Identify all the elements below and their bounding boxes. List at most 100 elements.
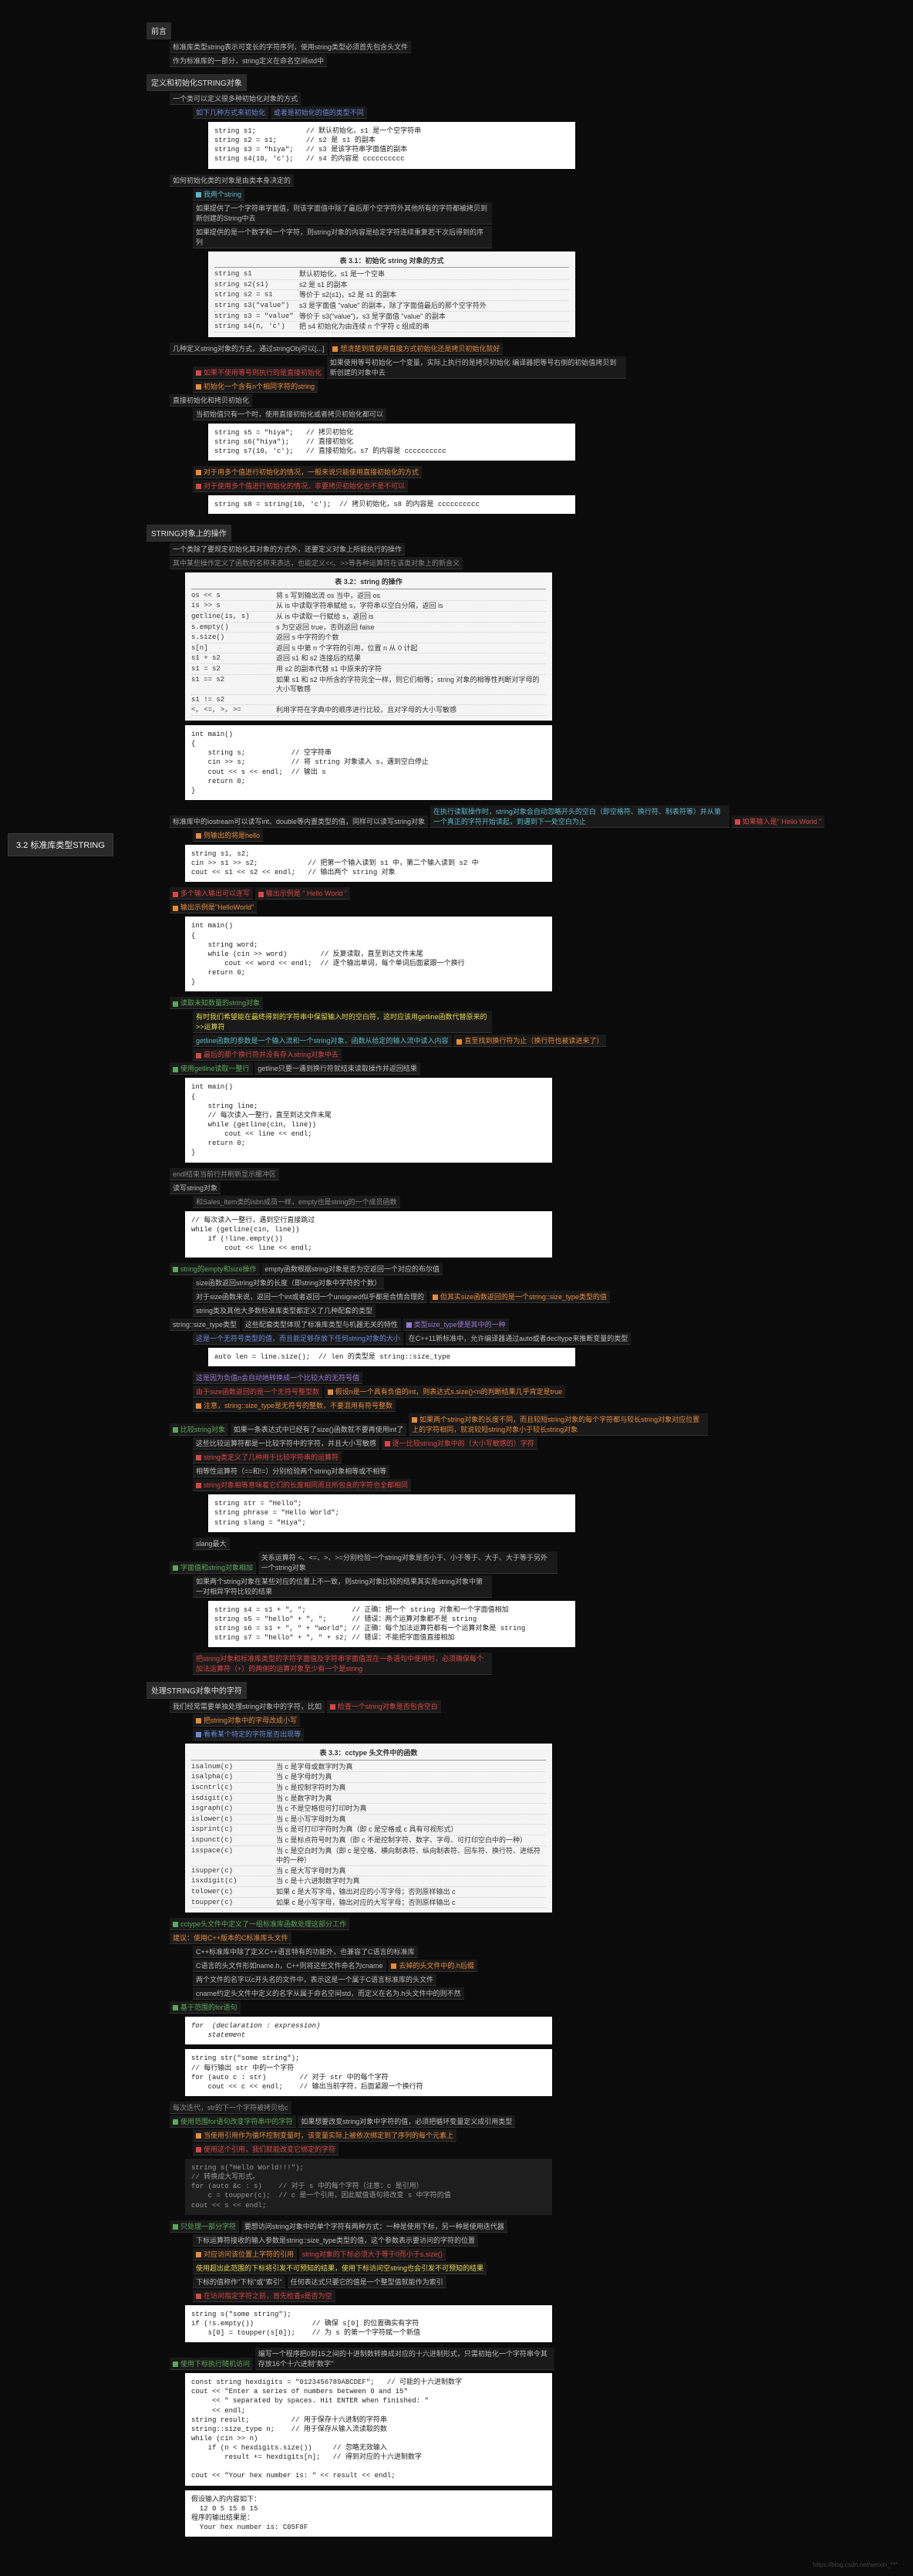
n: empty函数根据string对象是否为空返回一个对应的布尔值 [261,1263,443,1275]
n: 想清楚到底使用直接方式初始化还是拷贝初始化就好 [329,343,503,355]
n: cctype头文件中定义了一组标准库函数处理这部分工作 [170,1918,349,1930]
n: 对于size函数来说，返回一个int或者返回一个unsigned似乎都是合情合理… [193,1291,427,1303]
n: 当初始值只有一个时，使用直接初始化或者拷贝初始化都可以 [193,408,386,420]
n: 去掉的头文件中的.h后缀 [388,1960,477,1972]
n: 下标运算符接收的输入参数是string::size_type类型的值，这个参数表… [193,2234,478,2247]
n: 如果提供的是一个数字和一个字符，则string对象的内容是给定字符连续重复若干次… [193,226,492,248]
n: 如果输入是" Hello World " [732,815,825,828]
advice: 建议：使用C++版本的C标准库头文件 [170,1932,291,1944]
code-init-basic: string s1; // 默认初始化，s1 是一个空字符串 string s2… [208,122,575,169]
table-init: 表 3.1：初始化 string 对象的方式 string s1默认初始化，s1… [208,252,575,337]
n: 则输出的将是hello [193,829,263,842]
n: 把string对象和标准库类型的字符字面值及字符串字面值混在一条语句中使用时，必… [193,1653,492,1675]
n: getline只要一遇到换行符就结束读取操作并返回结果 [254,1062,420,1075]
n: 如果不使用等号则执行的是直接初始化 [193,366,325,379]
n: string::size_type类型 [170,1318,240,1331]
code-rw: int main() { string s; // 空字符串 cin >> s;… [185,725,552,800]
n: 读取未知数量的string对象 [170,997,263,1009]
n: 我两个string [193,188,244,201]
n: 输出示例是 " Hello World " [255,887,350,900]
sec-ops[interactable]: STRING对象上的操作 [147,525,231,542]
n: 如果两个string对象在某些对应的位置上不一致，则string对象比较的结果其… [193,1575,492,1598]
code-for-syntax: for (declaration : expression) statement [185,2017,552,2044]
n: 在访问指定字符之前，首先检查s是否为空 [193,2290,335,2302]
n: 把string对象中的字母改成小写 [193,1714,300,1727]
sec-define[interactable]: 定义和初始化STRING对象 [147,74,247,91]
n: 对于用多个值进行初始化的情况，一般来说只能使用直接初始化的方式 [193,466,422,478]
n: string对象相等意味着它们的长度相同而且所包含的字符也全都相同 [193,1479,411,1491]
n: 在C++11新标准中，允许编译器通过auto或者decltype来推断变量的类型 [406,1332,631,1345]
n: 在执行读取操作时，string对象会自动忽略开头的空白（即空格符、换行符、制表符… [430,805,729,828]
n: 对应访问该位置上字符的引用 [193,2248,297,2260]
n: 字面值和string对象相加 [170,1561,256,1574]
n: 读写string对象 [170,1182,221,1194]
code-getline: int main() { string line; // 每次读入一整行，直至到… [185,1078,552,1162]
n: string的empty和size操作 [170,1263,260,1275]
n: 这是一个无符号类型的值，而且能足够存放下任何string对象的大小 [193,1332,403,1345]
n: 要想访问string对象中的单个字符有两种方式：一种是使用下标，另一种是使用迭代… [241,2220,507,2233]
define-sub2: 几种定义string对象的方式，通过stringObj可以[...] [170,343,328,355]
ops-iostream: 标准库中的iostream可以读写int、double等内置类型的值，同样可以读… [170,815,428,828]
hex-title: 使用下标执行随机访问 [170,2358,253,2370]
n: slang最大 [193,1538,230,1550]
code-ref: string s("Hello World!!!"); // 转换成大写形式。 … [185,2159,552,2215]
n: 有时我们希望能在最终得到的字符串中保留输入时的空白符，这时应该用getline函… [193,1011,492,1033]
for-title: 基于范围的for语句 [170,2001,241,2014]
table-cctype: 表 3.3：cctype 头文件中的函数 isalnum(c)当 c 是字母或数… [185,1744,552,1913]
n: 使用超出此范围的下标将引发不可预知的结果，使用下标访问空string也会引发不可… [193,2262,487,2274]
code-loop: int main() { string word; while (cin >> … [185,917,552,991]
n: 当使用引用作为循环控制变量时，该变量实际上被依次绑定到了序列的每个元素上 [193,2129,456,2142]
n: 使用getline读取一整行 [170,1062,253,1075]
code-for: string str("some string"); // 每行输出 str 中… [185,2049,552,2096]
n: 最后的那个换行符并没有存入string对象中去 [193,1048,342,1061]
n: 对于使用多个值进行初始化的情况，非要拷贝初始化也不是不可以 [193,480,408,492]
n: 看看某个特定的字符是否出现等 [193,1728,304,1740]
sec-chars[interactable]: 处理STRING对象中的字符 [147,1682,247,1699]
define-sub1: 如何初始化类的对象是由类本身决定的 [170,174,294,187]
n: string对象的下标必须大于等于0而小于s.size() [299,2248,446,2260]
preface-item: 作为标准库的一部分，string定义在命名空间std中 [170,55,327,67]
n: 如下几种方式来初始化 [193,106,268,119]
sec-preface[interactable]: 前言 [147,22,171,39]
n: 任何表达式只要它的值是一个整型值就能作为索引 [288,2276,446,2288]
n: 编写一个程序把0到15之间的十进制数转换成对应的十六进制形式，只需初始化一个字符… [255,2348,554,2370]
n: cname约定头文件中定义的名字从属于命名空间std，而定义在名为.h头文件中的… [193,1987,464,2000]
n: 由于size函数返回的是一个无符号整型数 [193,1386,322,1398]
code-hex: const string hexdigits = "0123456789ABCD… [185,2373,552,2486]
n: 检查一个string对象是否包含空白 [327,1700,441,1713]
n: 这些比较运算符都是一比较字符中的字符，并且大小写敏感 [193,1437,379,1450]
root-node[interactable]: 3.2 标准库类型STRING [8,833,113,856]
n: 这些配套类型体现了标准库类型与机器无关的特性 [242,1318,401,1331]
n: 其中某些操作定义了函数的名称来表达，也能定义<<、>>等各种运算符在该类对象上的… [170,557,463,569]
n: 只处理一部分字符 [170,2220,239,2233]
n: endl结束当前行并刷新显示缓冲区 [170,1168,279,1180]
code-auto: auto len = line.size(); // len 的类型是 stri… [208,1348,575,1366]
n: 类型size_type便是其中的一种 [403,1318,509,1331]
n: 这是因为负值n会自动地转换成一个比较大的无符号值 [193,1372,362,1384]
n: 或者是初始化的值的类型不同 [271,106,367,119]
code-direct-copy: string s5 = "hiya"; // 拷贝初始化 string s6("… [208,424,575,461]
n: 假设n是一个具有负值的int，则表达式s.size()<n的判断结果几乎肯定是t… [325,1386,565,1398]
code-copy-multi: string s8 = string(10, 'c'); // 拷贝初始化，s8… [208,495,575,514]
n: string类及其他大多数标准库类型都定义了几种配套的类型 [193,1305,376,1317]
code-empty: // 每次读入一整行，遇到空行直接跳过 while (getline(cin, … [185,1211,552,1258]
n: 如果一条表达式中已经有了size()函数就不要再使用int了 [231,1423,407,1436]
n: 注意，string::size_type是无符号的整数，不要混用有符号整数 [193,1399,396,1412]
n: 多个输入输出可以连写 [170,887,253,900]
n: getline函数的参数是一个输入流和一个string对象，函数从给定的输入流中… [193,1035,452,1047]
n: 使用这个引用，我们就能改变它绑定的字符 [193,2143,339,2156]
code-cmp: string str = "Hello"; string phrase = "H… [208,1494,575,1531]
n: 如果想要改变string对象中字符的值，必须把循环变量定义成引用类型 [298,2115,515,2128]
n: 如果使用等号初始化一个变量，实际上执行的是拷贝初始化 编译器把等号右侧的初始值拷… [327,356,626,379]
code-subscript: string s("some string"); if (!s.empty())… [185,2305,552,2342]
code-concat: string s4 = s1 + ", "; // 正确：把一个 string … [208,1601,575,1648]
n: size函数返回string对象的长度（即string对象中字符的个数） [193,1277,384,1289]
hex-output: 假设输入的内容如下： 12 0 5 15 8 15 程序的输出结果是： Your… [185,2490,552,2537]
n: 如果提供了一个字符串字面值，则该字面值中除了最后那个空字符外其他所有的字符都被拷… [193,202,492,225]
n: 但其实size函数返回的是一个string::size_type类型的值 [430,1291,610,1303]
n: 比较string对象 [170,1423,228,1436]
define-sub3: 直接初始化和拷贝初始化 [170,394,252,407]
n: 直至找到换行符为止（换行符也被读进来了） [453,1035,606,1047]
n: C语言的头文件形如name.h，C++则将这些文件命名为cname [193,1960,386,1972]
n: 逐一比较string对象中的（大小写敏感的）字符 [382,1437,537,1450]
